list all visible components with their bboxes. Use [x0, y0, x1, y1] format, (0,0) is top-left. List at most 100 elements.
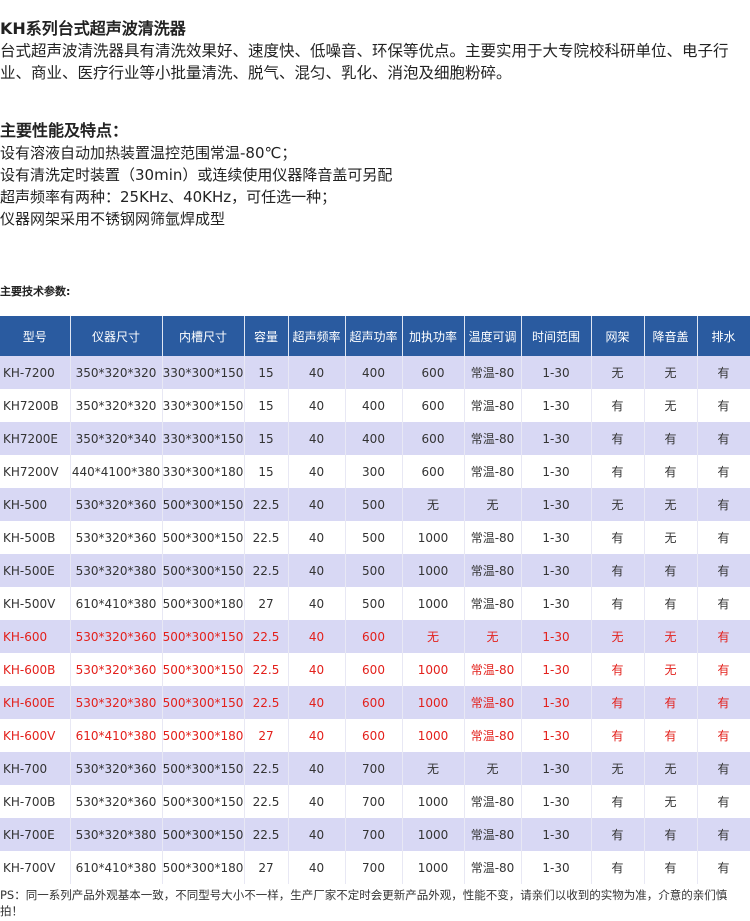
table-cell: 500: [345, 587, 403, 620]
table-cell: 700: [345, 851, 403, 884]
table-header-row: 型号 仪器尺寸 内槽尺寸 容量 超声频率 超声功率 加执功率 温度可调 时间范围 网架 降音盖 排水: [0, 316, 750, 356]
table-row: KH-600 530*320*360 500*300*150 22.5 40 600 无无 1…: [0, 620, 750, 653]
table-cell: 1000: [402, 653, 465, 686]
table-cell: 常温-80: [464, 455, 522, 488]
table-cell: 无: [464, 620, 522, 653]
table-cell: 40: [288, 818, 346, 851]
table-cell: 40: [288, 851, 346, 884]
spec-table: 型号 仪器尺寸 内槽尺寸 容量 超声频率 超声功率 加执功率 温度可调 时间范围 网架 降音盖 排水 …: [0, 316, 750, 884]
table-cell: KH7200E: [0, 422, 71, 455]
table-cell: 无: [644, 389, 698, 422]
table-cell: 无: [591, 620, 645, 653]
table-cell: 500*300*150: [162, 686, 245, 719]
table-cell: 有: [697, 488, 750, 521]
column-header: 型号: [0, 316, 71, 356]
table-cell: 27: [244, 719, 289, 752]
column-header: 容量: [244, 316, 289, 356]
feature-line: 设有清洗定时装置（30min）或连续使用仪器降音盖可另配: [0, 166, 393, 184]
table-cell: 22.5: [244, 620, 289, 653]
table-cell: 40: [288, 455, 346, 488]
table-cell: 无: [644, 356, 698, 389]
table-cell: 有: [697, 455, 750, 488]
table-cell: KH-500B: [0, 521, 71, 554]
table-cell: 有: [591, 851, 645, 884]
table-cell: 有: [644, 818, 698, 851]
table-row: KH7200B 350*320*320 330*300*150 15 40 400 600 常…: [0, 389, 750, 422]
table-row: KH-700V 610*410*380 500*300*180 27 40 700 1000…: [0, 851, 750, 884]
table-row: KH-600V 610*410*380 500*300*180 27 40 600 1000…: [0, 719, 750, 752]
features-title: 主要性能及特点：: [0, 121, 129, 140]
table-cell: 40: [288, 488, 346, 521]
table-row: KH-500E 530*320*380 500*300*150 22.5 40 500 10…: [0, 554, 750, 587]
table-cell: 常温-80: [464, 851, 522, 884]
table-cell: 500*300*180: [162, 587, 245, 620]
table-cell: KH-500V: [0, 587, 71, 620]
table-cell: 40: [288, 389, 346, 422]
table-cell: 1000: [402, 521, 465, 554]
table-cell: 22.5: [244, 488, 289, 521]
table-cell: 500*300*150: [162, 521, 245, 554]
table-row: KH-600E 530*320*380 500*300*150 22.5 40 600 10…: [0, 686, 750, 719]
table-cell: 无: [591, 356, 645, 389]
feature-line: 设有溶液自动加热装置温控范围常温-80℃；: [0, 144, 297, 162]
table-cell: 有: [697, 521, 750, 554]
table-cell: 530*320*380: [70, 686, 163, 719]
table-cell: 1-30: [521, 389, 592, 422]
table-cell: 有: [591, 587, 645, 620]
table-cell: 常温-80: [464, 686, 522, 719]
table-cell: 1-30: [521, 653, 592, 686]
table-cell: 有: [591, 422, 645, 455]
feature-line: 仪器网架采用不锈钢网筛氩焊成型: [0, 210, 226, 228]
table-cell: 500*300*150: [162, 620, 245, 653]
table-cell: KH7200V: [0, 455, 71, 488]
table-cell: 330*300*180: [162, 455, 245, 488]
table-cell: 500*300*150: [162, 752, 245, 785]
table-cell: 有: [644, 455, 698, 488]
table-cell: 40: [288, 719, 346, 752]
table-cell: 600: [345, 620, 403, 653]
column-header: 排水: [697, 316, 750, 356]
table-cell: 1000: [402, 818, 465, 851]
table-cell: 22.5: [244, 686, 289, 719]
table-cell: 无: [591, 488, 645, 521]
table-cell: 有: [697, 752, 750, 785]
table-cell: 无: [644, 488, 698, 521]
table-cell: 15: [244, 422, 289, 455]
table-cell: 500*300*150: [162, 653, 245, 686]
table-cell: 350*320*320: [70, 356, 163, 389]
table-cell: 无: [464, 752, 522, 785]
table-cell: 40: [288, 422, 346, 455]
table-row: KH-700 530*320*360 500*300*150 22.5 40 700 无无 1…: [0, 752, 750, 785]
table-cell: 有: [591, 686, 645, 719]
table-cell: 330*300*150: [162, 356, 245, 389]
column-header: 超声功率: [345, 316, 403, 356]
table-cell: 有: [644, 554, 698, 587]
table-cell: 有: [644, 686, 698, 719]
table-cell: KH-500: [0, 488, 71, 521]
table-row: KH7200E 350*320*340 330*300*150 15 40 400 600 常…: [0, 422, 750, 455]
table-cell: 500*300*150: [162, 785, 245, 818]
table-cell: 无: [402, 620, 465, 653]
table-cell: KH-700V: [0, 851, 71, 884]
table-cell: KH-700E: [0, 818, 71, 851]
table-cell: KH-7200: [0, 356, 71, 389]
table-cell: 600: [345, 719, 403, 752]
table-cell: 530*320*360: [70, 752, 163, 785]
table-cell: 有: [644, 851, 698, 884]
table-cell: 无: [644, 752, 698, 785]
table-cell: 40: [288, 686, 346, 719]
table-cell: 600: [402, 389, 465, 422]
table-cell: 1-30: [521, 785, 592, 818]
params-title: 主要技术参数:: [0, 285, 71, 298]
table-row: KH7200V 440*4100*380 330*300*180 15 40 300 600…: [0, 455, 750, 488]
table-cell: 1-30: [521, 752, 592, 785]
features-section: 主要性能及特点： 设有溶液自动加热装置温控范围常温-80℃； 设有清洗定时装置（…: [0, 120, 748, 230]
column-header: 超声频率: [288, 316, 346, 356]
table-cell: 有: [591, 554, 645, 587]
table-cell: 40: [288, 356, 346, 389]
table-cell: 27: [244, 587, 289, 620]
table-cell: 530*320*360: [70, 653, 163, 686]
table-cell: 常温-80: [464, 554, 522, 587]
table-row: KH-600B 530*320*360 500*300*150 22.5 40 600 10…: [0, 653, 750, 686]
table-cell: 500*300*180: [162, 719, 245, 752]
